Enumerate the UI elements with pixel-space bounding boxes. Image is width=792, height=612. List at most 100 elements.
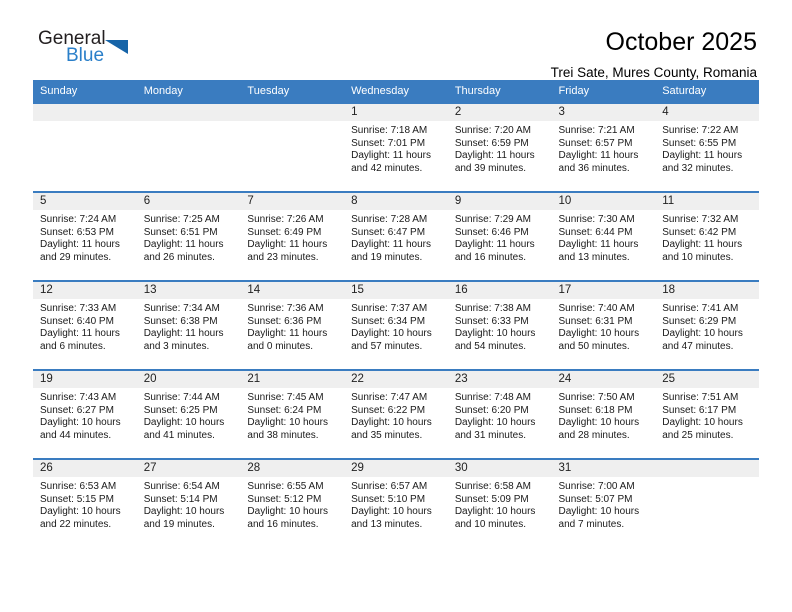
calendar-day-cell[interactable]: 22 Sunrise: 7:47 AM Sunset: 6:22 PM Dayligh… [344, 369, 448, 459]
calendar-day-cell[interactable]: 7 Sunrise: 7:26 AM Sunset: 6:49 PM Daylight… [240, 191, 345, 281]
sunset-time: Sunset: 5:09 PM [454, 493, 529, 505]
sunrise-time: Sunrise: 7:41 AM [662, 303, 739, 314]
sunset-time: Sunset: 6:27 PM [40, 404, 114, 416]
calendar-body: 1 Sunrise: 7:18 AM Sunset: 7:01 PM Daylight… [33, 102, 759, 548]
day-number [136, 104, 241, 121]
sunrise-time: Sunrise: 7:18 AM [351, 125, 428, 136]
calendar-day-cell[interactable]: 14 Sunrise: 7:36 AM Sunset: 6:36 PM Dayligh… [240, 280, 345, 370]
sunset-time: Sunset: 5:12 PM [247, 493, 322, 505]
daylight-duration: Daylight: 11 hours and 32 minutes. [662, 150, 743, 174]
day-details: Sunrise: 7:32 AM Sunset: 6:42 PM Daylight:… [655, 210, 759, 264]
day-number: 15 [344, 282, 448, 299]
calendar-day-cell[interactable]: 30 Sunrise: 6:58 AM Sunset: 5:09 PM Dayligh… [447, 458, 552, 548]
calendar-day-cell[interactable]: 16 Sunrise: 7:38 AM Sunset: 6:33 PM Dayligh… [447, 280, 552, 370]
calendar-day-cell-empty [240, 102, 345, 192]
sunrise-time: Sunrise: 7:29 AM [454, 214, 531, 225]
calendar-day-cell[interactable]: 17 Sunrise: 7:40 AM Sunset: 6:31 PM Dayligh… [551, 280, 656, 370]
day-number: 9 [447, 193, 552, 210]
calendar-day-cell[interactable]: 12 Sunrise: 7:33 AM Sunset: 6:40 PM Dayligh… [33, 280, 137, 370]
sunset-time: Sunset: 6:31 PM [558, 315, 633, 327]
calendar-day-cell[interactable]: 6 Sunrise: 7:25 AM Sunset: 6:51 PM Daylight… [136, 191, 241, 281]
day-details: Sunrise: 6:54 AM Sunset: 5:14 PM Daylight:… [137, 477, 241, 531]
day-details: Sunrise: 7:34 AM Sunset: 6:38 PM Daylight:… [137, 299, 241, 353]
day-number: 2 [447, 104, 552, 121]
sunset-time: Sunset: 6:24 PM [247, 404, 322, 416]
calendar-day-cell[interactable]: 18 Sunrise: 7:41 AM Sunset: 6:29 PM Dayligh… [655, 280, 759, 370]
day-details: Sunrise: 7:40 AM Sunset: 6:31 PM Daylight:… [552, 299, 656, 353]
calendar-day-cell[interactable]: 20 Sunrise: 7:44 AM Sunset: 6:25 PM Dayligh… [136, 369, 241, 459]
calendar-day-cell[interactable]: 25 Sunrise: 7:51 AM Sunset: 6:17 PM Dayligh… [655, 369, 759, 459]
sunset-time: Sunset: 5:15 PM [40, 493, 114, 505]
sunset-time: Sunset: 6:59 PM [454, 137, 529, 149]
day-details: Sunrise: 6:53 AM Sunset: 5:15 PM Daylight:… [33, 477, 137, 531]
calendar-day-cell[interactable]: 9 Sunrise: 7:29 AM Sunset: 6:46 PM Daylight… [447, 191, 552, 281]
calendar-day-cell[interactable]: 8 Sunrise: 7:28 AM Sunset: 6:47 PM Daylight… [344, 191, 448, 281]
daylight-duration: Daylight: 11 hours and 42 minutes. [351, 150, 431, 174]
sunset-time: Sunset: 5:07 PM [558, 493, 633, 505]
general-blue-logo[interactable]: General Blue [33, 28, 198, 74]
calendar-day-cell[interactable]: 23 Sunrise: 7:48 AM Sunset: 6:20 PM Dayligh… [447, 369, 552, 459]
day-details: Sunrise: 6:57 AM Sunset: 5:10 PM Daylight:… [344, 477, 448, 531]
calendar-day-cell-empty [136, 102, 241, 192]
sunrise-time: Sunrise: 6:54 AM [143, 481, 220, 492]
day-number: 11 [655, 193, 759, 210]
calendar-day-cell[interactable]: 10 Sunrise: 7:30 AM Sunset: 6:44 PM Dayligh… [551, 191, 656, 281]
day-number: 26 [33, 460, 137, 477]
sunset-time: Sunset: 6:51 PM [143, 226, 218, 238]
calendar-day-cell[interactable]: 31 Sunrise: 7:00 AM Sunset: 5:07 PM Dayligh… [551, 458, 656, 548]
daylight-duration: Daylight: 10 hours and 16 minutes. [247, 506, 329, 530]
day-number: 14 [240, 282, 345, 299]
calendar-day-cell[interactable]: 29 Sunrise: 6:57 AM Sunset: 5:10 PM Dayligh… [344, 458, 448, 548]
page-header: General Blue October 2025 Trei Sate, Mur… [33, 0, 759, 80]
logo-text-blue: Blue [66, 45, 105, 66]
day-details: Sunrise: 7:26 AM Sunset: 6:49 PM Daylight:… [240, 210, 344, 264]
sunrise-time: Sunrise: 7:21 AM [558, 125, 635, 136]
day-details: Sunrise: 7:50 AM Sunset: 6:18 PM Daylight:… [552, 388, 656, 442]
sunset-time: Sunset: 5:14 PM [143, 493, 218, 505]
day-number: 6 [136, 193, 241, 210]
day-details: Sunrise: 7:47 AM Sunset: 6:22 PM Daylight:… [344, 388, 448, 442]
sunset-time: Sunset: 6:42 PM [662, 226, 737, 238]
daylight-duration: Daylight: 10 hours and 35 minutes. [351, 417, 432, 441]
calendar-day-cell[interactable]: 19 Sunrise: 7:43 AM Sunset: 6:27 PM Dayligh… [33, 369, 137, 459]
calendar-day-cell[interactable]: 3 Sunrise: 7:21 AM Sunset: 6:57 PM Daylight… [551, 102, 656, 192]
day-number: 24 [551, 371, 656, 388]
calendar-day-cell[interactable]: 11 Sunrise: 7:32 AM Sunset: 6:42 PM Dayligh… [655, 191, 759, 281]
weekday-header-saturday: Saturday [655, 80, 759, 103]
calendar-day-cell[interactable]: 2 Sunrise: 7:20 AM Sunset: 6:59 PM Daylight… [447, 102, 552, 192]
calendar-day-cell[interactable]: 26 Sunrise: 6:53 AM Sunset: 5:15 PM Dayligh… [33, 458, 137, 548]
sunset-time: Sunset: 6:34 PM [351, 315, 426, 327]
weekday-header-tuesday: Tuesday [240, 80, 345, 103]
weekday-header-sunday: Sunday [33, 80, 137, 103]
calendar-week-row: 26 Sunrise: 6:53 AM Sunset: 5:15 PM Dayligh… [33, 458, 759, 548]
sunset-time: Sunset: 6:40 PM [40, 315, 114, 327]
calendar-day-cell[interactable]: 1 Sunrise: 7:18 AM Sunset: 7:01 PM Daylight… [344, 102, 448, 192]
calendar-day-cell[interactable]: 13 Sunrise: 7:34 AM Sunset: 6:38 PM Dayligh… [136, 280, 241, 370]
daylight-duration: Daylight: 10 hours and 44 minutes. [40, 417, 121, 441]
sunset-time: Sunset: 6:20 PM [454, 404, 529, 416]
sunset-time: Sunset: 6:33 PM [454, 315, 529, 327]
daylight-duration: Daylight: 11 hours and 13 minutes. [558, 239, 639, 263]
weekday-header-thursday: Thursday [447, 80, 552, 103]
calendar-day-cell[interactable]: 28 Sunrise: 6:55 AM Sunset: 5:12 PM Dayligh… [240, 458, 345, 548]
calendar-day-cell[interactable]: 5 Sunrise: 7:24 AM Sunset: 6:53 PM Daylight… [33, 191, 137, 281]
calendar-day-cell[interactable]: 27 Sunrise: 6:54 AM Sunset: 5:14 PM Dayligh… [136, 458, 241, 548]
calendar-day-cell-empty [33, 102, 137, 192]
sunrise-time: Sunrise: 7:48 AM [454, 392, 531, 403]
calendar-day-cell[interactable]: 15 Sunrise: 7:37 AM Sunset: 6:34 PM Dayligh… [344, 280, 448, 370]
day-number: 28 [240, 460, 345, 477]
sunrise-time: Sunrise: 7:00 AM [558, 481, 635, 492]
daylight-duration: Daylight: 11 hours and 23 minutes. [247, 239, 328, 263]
daylight-duration: Daylight: 11 hours and 19 minutes. [351, 239, 431, 263]
day-number: 29 [344, 460, 448, 477]
day-number: 12 [33, 282, 137, 299]
day-number [655, 460, 759, 477]
sunrise-time: Sunrise: 7:33 AM [40, 303, 117, 314]
calendar-day-cell[interactable]: 4 Sunrise: 7:22 AM Sunset: 6:55 PM Daylight… [655, 102, 759, 192]
sunrise-time: Sunrise: 7:47 AM [351, 392, 428, 403]
calendar-day-cell[interactable]: 21 Sunrise: 7:45 AM Sunset: 6:24 PM Dayligh… [240, 369, 345, 459]
day-number: 20 [136, 371, 241, 388]
calendar-week-row: 1 Sunrise: 7:18 AM Sunset: 7:01 PM Daylight… [33, 102, 759, 192]
sunset-time: Sunset: 6:17 PM [662, 404, 737, 416]
calendar-day-cell[interactable]: 24 Sunrise: 7:50 AM Sunset: 6:18 PM Dayligh… [551, 369, 656, 459]
